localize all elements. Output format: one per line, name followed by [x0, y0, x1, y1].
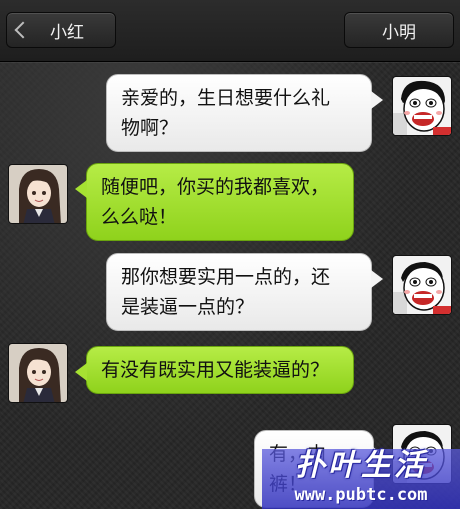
message-bubble[interactable]: 有没有既实用又能装逼的？: [75, 346, 354, 394]
anime-girl-avatar[interactable]: [8, 164, 68, 224]
message-line: 是装逼一点的？: [121, 296, 255, 318]
anime-girl-avatar[interactable]: [8, 343, 68, 403]
profile-button-label: 小明: [382, 22, 416, 43]
cartoon-man-avatar[interactable]: [392, 255, 452, 315]
watermark-url: www.pubtc.com: [294, 485, 428, 505]
profile-button[interactable]: 小明: [344, 12, 454, 48]
message-line: 物啊？: [121, 117, 179, 139]
message-line: 有没有既实用又能装逼的？: [101, 359, 330, 381]
back-button-label: 小红: [50, 22, 84, 43]
message-line: 亲爱的，生日想要什么礼: [121, 87, 331, 109]
back-button[interactable]: 小红: [6, 12, 116, 48]
message-bubble[interactable]: 随便吧，你买的我都喜欢， 么么哒！: [75, 163, 354, 241]
chevron-left-icon: [14, 21, 32, 39]
message-line: 随便吧，你买的我都喜欢，: [101, 176, 330, 198]
message-line: 么么哒！: [101, 206, 178, 228]
cartoon-man-avatar[interactable]: [392, 76, 452, 136]
message-bubble[interactable]: 亲爱的，生日想要什么礼 物啊？: [106, 74, 383, 152]
header-bar: 小红 小明: [0, 0, 460, 62]
message-bubble[interactable]: 那你想要实用一点的，还 是装逼一点的？: [106, 253, 383, 331]
chat-screen: 小红 小明 亲爱的，生日想要什么礼 物啊？ 随便吧，你买的我都喜欢， 么么哒！ …: [0, 0, 460, 509]
watermark-logo: 扑叶生活: [295, 448, 427, 483]
message-line: 那你想要实用一点的，还: [121, 266, 331, 288]
